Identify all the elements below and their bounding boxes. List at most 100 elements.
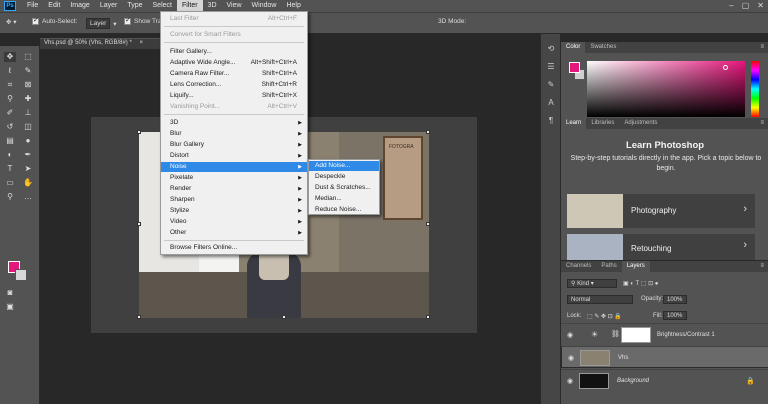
marquee-tool-icon[interactable]: ⬚ <box>22 52 34 62</box>
menu-item-last-filter[interactable]: Last Filter Alt+Ctrl+F <box>161 14 307 24</box>
quick-select-tool-icon[interactable]: ✎ <box>22 66 34 76</box>
lock-icons[interactable]: ⬚ ✎ ✥ ⊡ 🔒 <box>587 313 647 320</box>
panel-menu-icon[interactable]: ≡ <box>760 120 764 126</box>
type-tool-icon[interactable]: T <box>4 164 16 174</box>
frame-tool-icon[interactable]: ⊠ <box>22 80 34 90</box>
hue-slider[interactable] <box>751 61 759 117</box>
brush-tool-icon[interactable]: ✐ <box>4 108 16 118</box>
menu-item-other[interactable]: Other ▶ <box>161 228 307 238</box>
menu-item-distort[interactable]: Distort ▶ <box>161 151 307 161</box>
gradient-tool-icon[interactable]: ▤ <box>4 136 16 146</box>
healing-brush-tool-icon[interactable]: ✚ <box>22 94 34 104</box>
tab-layers[interactable]: Layers <box>621 261 650 272</box>
clone-stamp-tool-icon[interactable]: ⊥ <box>22 108 34 118</box>
menu-layer[interactable]: Layer <box>95 0 123 12</box>
blend-mode-dropdown[interactable]: Normal <box>567 295 633 304</box>
auto-select-checkbox[interactable] <box>32 16 39 25</box>
layer-mask-thumbnail[interactable] <box>621 327 651 343</box>
show-transform-checkbox[interactable] <box>124 16 131 25</box>
panel-menu-icon[interactable]: ≡ <box>760 44 764 50</box>
layer-row-vhs[interactable]: ◉ Vhs <box>561 346 768 368</box>
menu-item-3d[interactable]: 3D ▶ <box>161 118 307 128</box>
color-picker-marker[interactable] <box>723 65 728 70</box>
document-tab[interactable]: Vhs.psd @ 50% (Vhs, RGB/8#) * × <box>40 38 170 49</box>
submenu-item-add-noise[interactable]: Add Noise... <box>309 161 379 171</box>
transform-handle[interactable] <box>426 130 430 134</box>
visibility-eye-icon[interactable]: ◉ <box>567 377 573 385</box>
quick-mask-icon[interactable]: ◙ <box>4 288 16 298</box>
panel-menu-icon[interactable]: ≡ <box>760 263 764 269</box>
auto-select-value[interactable]: Layer <box>86 18 111 29</box>
transform-handle[interactable] <box>426 315 430 319</box>
menu-image[interactable]: Image <box>65 0 94 12</box>
transform-handle[interactable] <box>137 222 141 226</box>
submenu-item-reduce-noise[interactable]: Reduce Noise... <box>309 205 379 215</box>
menu-item-adaptive-wide-angle[interactable]: Adaptive Wide Angle... Alt+Shift+Ctrl+A <box>161 58 307 68</box>
menu-item-blur-gallery[interactable]: Blur Gallery ▶ <box>161 140 307 150</box>
move-tool-icon[interactable]: ✥ ▾ <box>6 18 17 26</box>
transform-handle[interactable] <box>426 222 430 226</box>
menu-item-lens-correction[interactable]: Lens Correction... Shift+Ctrl+R <box>161 80 307 90</box>
menu-file[interactable]: File <box>22 0 43 12</box>
brush-panel-icon[interactable]: ✎ <box>546 80 556 90</box>
menu-item-convert-smart-filters[interactable]: Convert for Smart Filters <box>161 30 307 40</box>
tab-libraries[interactable]: Libraries <box>586 118 619 129</box>
layer-filter-kind[interactable]: ⚲ Kind ▾ <box>567 279 617 288</box>
photoshop-logo[interactable]: Ps <box>4 1 16 11</box>
close-icon[interactable]: ✕ <box>757 1 764 10</box>
minimize-icon[interactable]: – <box>729 1 733 10</box>
tab-learn[interactable]: Learn <box>561 118 587 129</box>
link-icon[interactable]: ⛓ <box>611 330 620 338</box>
properties-panel-icon[interactable]: ☰ <box>546 62 556 72</box>
menu-item-vanishing-point[interactable]: Vanishing Point... Alt+Ctrl+V <box>161 102 307 112</box>
foreground-color-chip[interactable] <box>569 62 580 73</box>
menu-item-sharpen[interactable]: Sharpen ▶ <box>161 195 307 205</box>
auto-select-option[interactable]: Auto-Select: <box>32 16 77 25</box>
blur-tool-icon[interactable]: ● <box>22 136 34 146</box>
menu-item-browse-filters-online[interactable]: Browse Filters Online... <box>161 243 307 253</box>
menu-item-video[interactable]: Video ▶ <box>161 217 307 227</box>
menu-item-filter-gallery[interactable]: Filter Gallery... <box>161 47 307 57</box>
menu-item-liquify[interactable]: Liquify... Shift+Ctrl+X <box>161 91 307 101</box>
submenu-item-despeckle[interactable]: Despeckle <box>309 172 379 182</box>
eyedropper-tool-icon[interactable]: ⚲ <box>4 94 16 104</box>
layer-row-background[interactable]: ◉ Background 🔒 <box>561 369 768 391</box>
fill-input[interactable]: 100% <box>663 311 687 320</box>
layer-row-brightness-contrast[interactable]: ◉ ☀ ⛓ Brightness/Contrast 1 <box>561 323 768 345</box>
dodge-tool-icon[interactable]: ◐ <box>4 150 16 160</box>
menu-item-pixelate[interactable]: Pixelate ▶ <box>161 173 307 183</box>
tab-paths[interactable]: Paths <box>596 261 621 272</box>
submenu-item-median[interactable]: Median... <box>309 194 379 204</box>
menu-item-camera-raw-filter[interactable]: Camera Raw Filter... Shift+Ctrl+A <box>161 69 307 79</box>
transform-handle[interactable] <box>137 130 141 134</box>
menu-item-stylize[interactable]: Stylize ▶ <box>161 206 307 216</box>
close-tab-icon[interactable]: × <box>139 40 143 46</box>
character-panel-icon[interactable]: A <box>546 98 556 108</box>
transform-handle[interactable] <box>137 315 141 319</box>
color-picker-field[interactable] <box>587 61 745 117</box>
menu-item-noise[interactable]: Noise ▶ <box>161 162 307 172</box>
screen-mode-icon[interactable]: ▣ <box>4 302 16 312</box>
maximize-icon[interactable]: ▢ <box>742 1 750 10</box>
auto-select-dropdown[interactable]: Layer ▾ <box>86 18 117 29</box>
crop-tool-icon[interactable]: ⌗ <box>4 80 16 90</box>
visibility-eye-icon[interactable]: ◉ <box>568 354 574 362</box>
eraser-tool-icon[interactable]: ◫ <box>22 122 34 132</box>
hand-tool-icon[interactable]: ✋ <box>22 178 34 188</box>
background-color-swatch[interactable] <box>15 269 27 281</box>
menu-edit[interactable]: Edit <box>43 0 65 12</box>
learn-card-photography[interactable]: Photography › <box>567 194 755 228</box>
tab-swatches[interactable]: Swatches <box>585 42 621 53</box>
more-tools-icon[interactable]: … <box>22 192 34 202</box>
menu-item-render[interactable]: Render ▶ <box>161 184 307 194</box>
submenu-item-dust-scratches[interactable]: Dust & Scratches... <box>309 183 379 193</box>
opacity-input[interactable]: 100% <box>663 295 687 304</box>
menu-item-blur[interactable]: Blur ▶ <box>161 129 307 139</box>
menu-type[interactable]: Type <box>122 0 147 12</box>
tab-adjustments[interactable]: Adjustments <box>619 118 662 129</box>
paragraph-panel-icon[interactable]: ¶ <box>546 116 556 126</box>
tab-color[interactable]: Color <box>561 42 586 53</box>
transform-handle[interactable] <box>282 315 286 319</box>
layer-filter-icons[interactable]: ▣ ◐ T ⬚ ⊡ ● <box>623 280 703 287</box>
visibility-eye-icon[interactable]: ◉ <box>567 331 573 339</box>
